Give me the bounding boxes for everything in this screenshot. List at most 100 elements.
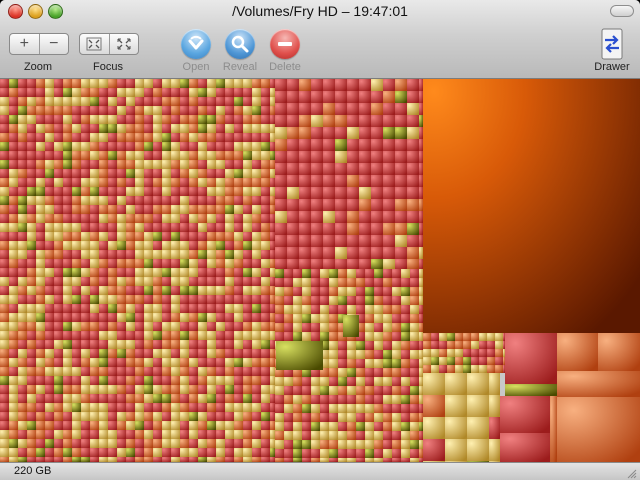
- treemap-tile[interactable]: [207, 250, 216, 259]
- treemap-tile[interactable]: [383, 287, 392, 296]
- treemap-tile[interactable]: [347, 115, 359, 127]
- treemap-tile[interactable]: [329, 314, 338, 323]
- treemap-tile[interactable]: [0, 430, 9, 439]
- treemap-tile[interactable]: [27, 385, 36, 394]
- treemap-tile[interactable]: [252, 277, 261, 286]
- treemap-tile[interactable]: [72, 394, 81, 403]
- treemap-tile[interactable]: [207, 439, 216, 448]
- treemap-tile[interactable]: [144, 223, 153, 232]
- treemap-tile[interactable]: [27, 169, 36, 178]
- treemap-tile[interactable]: [0, 241, 9, 250]
- treemap-tile[interactable]: [383, 305, 392, 314]
- treemap-tile[interactable]: [90, 421, 99, 430]
- treemap-tile[interactable]: [329, 269, 338, 278]
- treemap-tile[interactable]: [171, 205, 180, 214]
- treemap-tile[interactable]: [401, 413, 410, 422]
- treemap-tile[interactable]: [287, 247, 299, 259]
- treemap-tile[interactable]: [311, 187, 323, 199]
- treemap-tile[interactable]: [198, 205, 207, 214]
- treemap-tile[interactable]: [81, 88, 90, 97]
- treemap-tile[interactable]: [284, 440, 293, 449]
- treemap-tile[interactable]: [36, 430, 45, 439]
- treemap-tile[interactable]: [99, 313, 108, 322]
- treemap-tile[interactable]: [81, 340, 90, 349]
- treemap-tile[interactable]: [243, 124, 252, 133]
- treemap-tile[interactable]: [9, 97, 18, 106]
- treemap-tile[interactable]: [225, 160, 234, 169]
- treemap-tile[interactable]: [365, 341, 374, 350]
- treemap-tile[interactable]: [126, 223, 135, 232]
- treemap-tile[interactable]: [180, 277, 189, 286]
- treemap-tile[interactable]: [63, 367, 72, 376]
- treemap-tile[interactable]: [335, 91, 347, 103]
- treemap-tile[interactable]: [338, 449, 347, 458]
- treemap-tile[interactable]: [0, 124, 9, 133]
- treemap-tile[interactable]: [117, 214, 126, 223]
- treemap-tile[interactable]: [329, 278, 338, 287]
- treemap-tile[interactable]: [18, 304, 27, 313]
- treemap-tile[interactable]: [189, 142, 198, 151]
- treemap-tile[interactable]: [495, 349, 503, 357]
- treemap-tile[interactable]: [171, 232, 180, 241]
- treemap-tile[interactable]: [153, 277, 162, 286]
- treemap-tile[interactable]: [0, 214, 9, 223]
- treemap-tile[interactable]: [99, 214, 108, 223]
- treemap-tile[interactable]: [9, 106, 18, 115]
- treemap-tile[interactable]: [383, 359, 392, 368]
- treemap-tile[interactable]: [90, 133, 99, 142]
- treemap-tile[interactable]: [338, 305, 347, 314]
- treemap-tile[interactable]: [455, 333, 463, 341]
- treemap-tile[interactable]: [126, 421, 135, 430]
- treemap-tile[interactable]: [126, 412, 135, 421]
- treemap-tile[interactable]: [9, 223, 18, 232]
- treemap-tile[interactable]: [320, 296, 329, 305]
- treemap-tile[interactable]: [189, 412, 198, 421]
- treemap-tile[interactable]: [216, 331, 225, 340]
- treemap-tile[interactable]: [359, 151, 371, 163]
- treemap-tile[interactable]: [234, 106, 243, 115]
- treemap-tile[interactable]: [198, 430, 207, 439]
- treemap-tile[interactable]: [135, 286, 144, 295]
- treemap-tile[interactable]: [99, 367, 108, 376]
- treemap-tile[interactable]: [395, 259, 407, 269]
- treemap-tile[interactable]: [171, 115, 180, 124]
- treemap-tile[interactable]: [90, 106, 99, 115]
- treemap-tile[interactable]: [144, 430, 153, 439]
- treemap-tile[interactable]: [27, 322, 36, 331]
- treemap-tile[interactable]: [284, 404, 293, 413]
- treemap-tile[interactable]: [347, 296, 356, 305]
- treemap-tile[interactable]: [144, 376, 153, 385]
- treemap-tile[interactable]: [54, 367, 63, 376]
- treemap-tile[interactable]: [392, 296, 401, 305]
- treemap-tile[interactable]: [45, 160, 54, 169]
- treemap-tile[interactable]: [45, 448, 54, 457]
- treemap-tile[interactable]: [0, 277, 9, 286]
- treemap-tile[interactable]: [383, 449, 392, 458]
- treemap-tile[interactable]: [36, 439, 45, 448]
- treemap-tile[interactable]: [108, 160, 117, 169]
- treemap-tile[interactable]: [108, 268, 117, 277]
- treemap-tile[interactable]: [234, 403, 243, 412]
- treemap-tile[interactable]: [423, 395, 445, 417]
- treemap-tile[interactable]: [225, 367, 234, 376]
- treemap-tile[interactable]: [18, 358, 27, 367]
- treemap-tile[interactable]: [287, 163, 299, 175]
- treemap-tile[interactable]: [45, 430, 54, 439]
- treemap-tile[interactable]: [383, 386, 392, 395]
- treemap-tile[interactable]: [72, 412, 81, 421]
- treemap-tile[interactable]: [261, 268, 270, 277]
- treemap-tile[interactable]: [198, 322, 207, 331]
- treemap-tile[interactable]: [198, 178, 207, 187]
- treemap-tile[interactable]: [207, 232, 216, 241]
- treemap-tile[interactable]: [410, 296, 419, 305]
- treemap-tile[interactable]: [99, 403, 108, 412]
- treemap-tile[interactable]: [198, 439, 207, 448]
- treemap-tile[interactable]: [365, 350, 374, 359]
- treemap-tile[interactable]: [0, 304, 9, 313]
- treemap-tile[interactable]: [144, 286, 153, 295]
- treemap-tile[interactable]: [419, 314, 423, 323]
- treemap-tile[interactable]: [374, 296, 383, 305]
- treemap-tile[interactable]: [275, 199, 287, 211]
- treemap-tile[interactable]: [198, 394, 207, 403]
- treemap-tile[interactable]: [18, 124, 27, 133]
